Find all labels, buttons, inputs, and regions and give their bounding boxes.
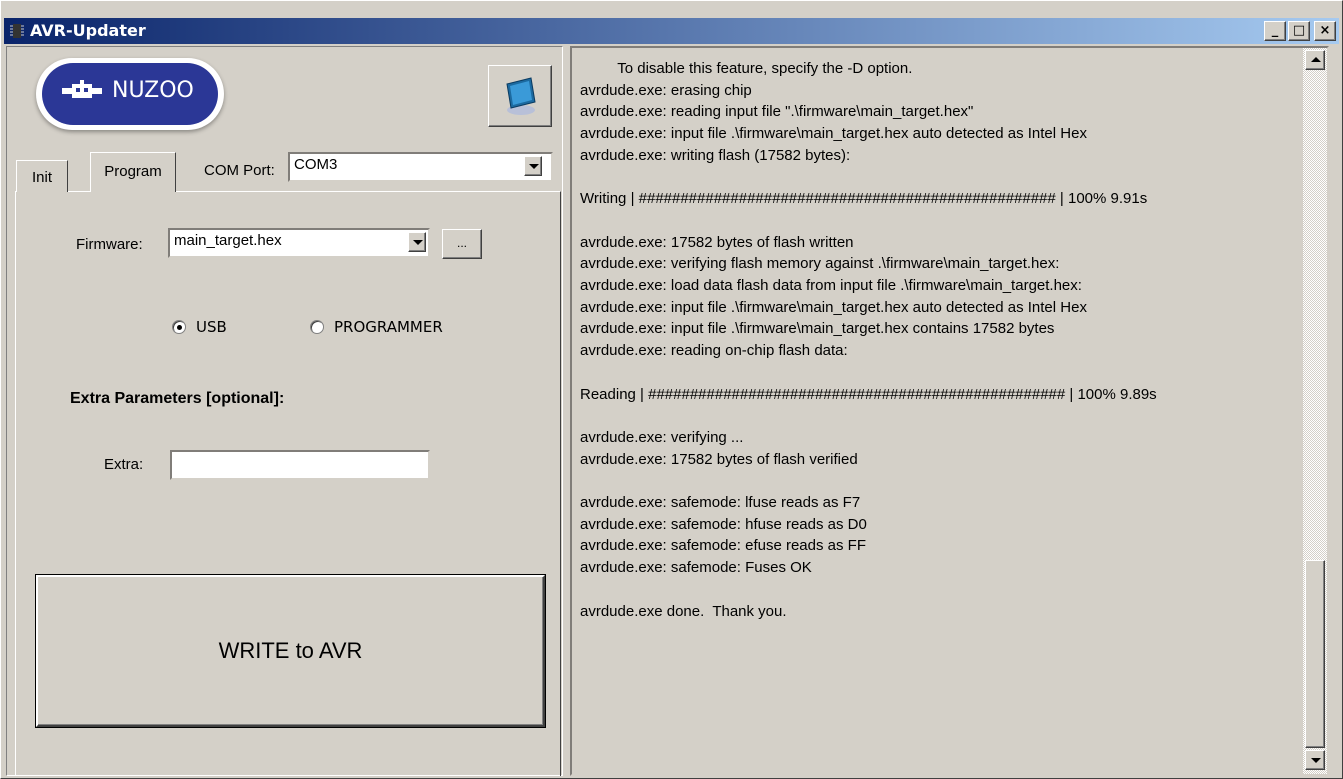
- com-port-label: COM Port:: [204, 162, 275, 179]
- com-port-select[interactable]: COM3: [288, 152, 553, 182]
- scroll-down-icon[interactable]: [1305, 750, 1325, 770]
- device-icon: [501, 74, 541, 122]
- programmer-radio[interactable]: [310, 320, 324, 334]
- firmware-label: Firmware:: [76, 236, 143, 253]
- chevron-down-icon[interactable]: [524, 156, 542, 176]
- minimize-button[interactable]: _: [1264, 21, 1286, 41]
- extra-label: Extra:: [104, 456, 144, 473]
- browse-button[interactable]: ...: [442, 229, 482, 259]
- maximize-button[interactable]: □: [1288, 21, 1310, 41]
- extra-input[interactable]: [170, 450, 430, 480]
- firmware-value: main_target.hex: [174, 232, 282, 249]
- com-port-value: COM3: [294, 156, 338, 173]
- robot-icon: [62, 80, 102, 102]
- scroll-up-icon[interactable]: [1305, 50, 1325, 70]
- scroll-thumb[interactable]: [1305, 560, 1325, 748]
- write-to-avr-button[interactable]: WRITE to AVR: [36, 575, 545, 727]
- tab-init[interactable]: Init: [16, 160, 68, 192]
- usb-label[interactable]: USB: [196, 318, 227, 336]
- programmer-label[interactable]: PROGRAMMER: [334, 318, 443, 336]
- extra-parameters-heading: Extra Parameters [optional]:: [70, 390, 285, 407]
- title-bar[interactable]: AVR-Updater _ □ ×: [4, 18, 1339, 44]
- usb-radio[interactable]: [172, 320, 186, 334]
- close-button[interactable]: ×: [1314, 21, 1336, 41]
- chevron-down-icon[interactable]: [408, 232, 426, 252]
- logo-text: NUZOO: [112, 78, 194, 103]
- tab-program[interactable]: Program: [90, 152, 176, 192]
- window-title: AVR-Updater: [30, 21, 146, 40]
- log-text: To disable this feature, specify the -D …: [580, 60, 1157, 620]
- log-output[interactable]: To disable this feature, specify the -D …: [570, 46, 1329, 776]
- firmware-select[interactable]: main_target.hex: [168, 228, 430, 258]
- chip-icon: [10, 23, 24, 39]
- device-button[interactable]: [488, 65, 552, 127]
